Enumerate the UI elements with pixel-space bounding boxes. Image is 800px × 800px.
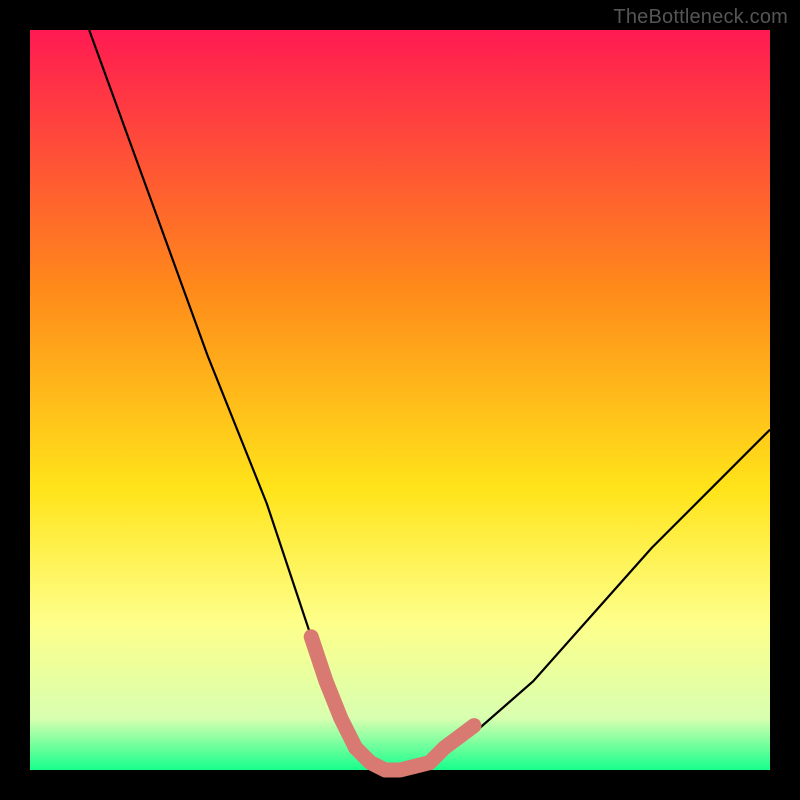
plot-background bbox=[30, 30, 770, 770]
watermark-text: TheBottleneck.com bbox=[613, 6, 788, 29]
chart-svg bbox=[0, 0, 800, 800]
chart-frame: TheBottleneck.com bbox=[0, 0, 800, 800]
